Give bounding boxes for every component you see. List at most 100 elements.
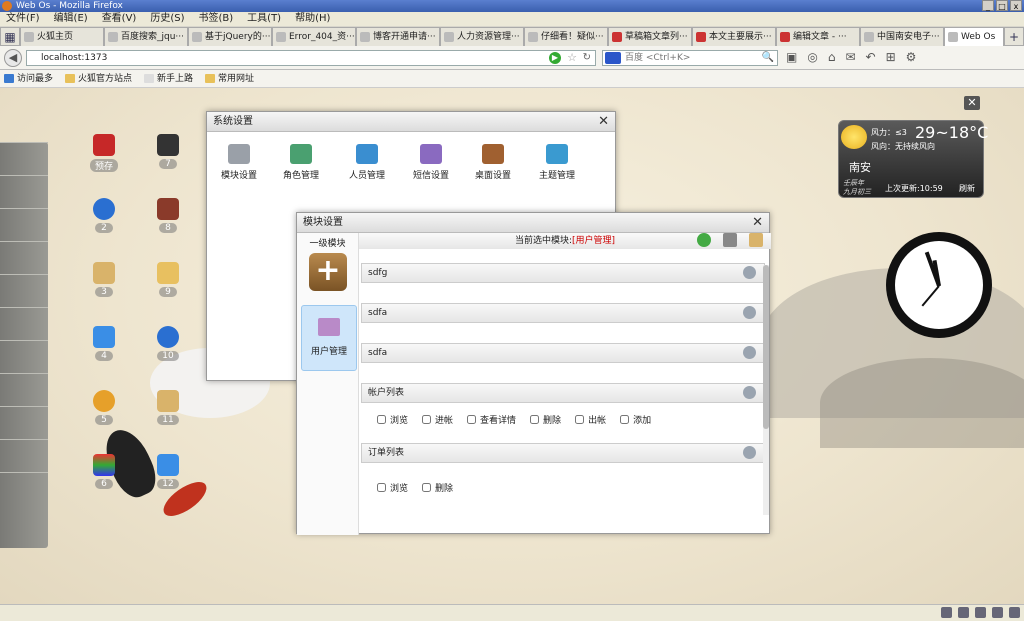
desktop-icon[interactable]: 6 (76, 454, 132, 498)
window-header[interactable]: 系统设置 ✕ (207, 112, 615, 132)
status-icon[interactable] (975, 607, 986, 618)
submodule-row[interactable]: 帐户列表 (361, 383, 765, 403)
menu-edit[interactable]: 编辑(E) (54, 12, 88, 26)
reload-icon[interactable]: ↻ (583, 51, 591, 65)
bookmark-item[interactable]: 常用网址 (205, 70, 254, 87)
permission-checkbox[interactable]: 删除 (530, 413, 561, 426)
permission-checkbox[interactable]: 查看详情 (467, 413, 516, 426)
close-icon[interactable]: ✕ (598, 112, 609, 132)
search-input[interactable]: 百度 <Ctrl+K> 🔍 (602, 50, 778, 66)
add-icon[interactable] (697, 233, 711, 247)
gear-icon[interactable] (743, 446, 756, 459)
window-header[interactable]: 模块设置 ✕ (297, 213, 769, 233)
mail-icon[interactable]: ✉ (845, 50, 855, 64)
home-icon[interactable]: ⌂ (828, 50, 836, 64)
desktop-icon[interactable]: 8 (140, 198, 196, 242)
scrollbar-thumb[interactable] (763, 265, 769, 429)
gear-icon[interactable] (743, 266, 756, 279)
desktop-icon[interactable]: 3 (76, 262, 132, 306)
menu-bookmarks[interactable]: 书签(B) (199, 12, 234, 26)
url-bar[interactable]: localhost:1373 ▶ ☆ ↻ (26, 50, 596, 66)
theme-management-button[interactable]: 主题管理 (529, 144, 585, 181)
submodule-row[interactable]: sdfa (361, 303, 765, 323)
desktop-icon[interactable]: 4 (76, 326, 132, 370)
tab[interactable]: 人力资源管理··· (440, 27, 524, 46)
edit-icon[interactable] (749, 233, 763, 247)
submodule-row[interactable]: sdfa (361, 343, 765, 363)
undo-icon[interactable]: ↶ (866, 50, 876, 64)
search-icon[interactable]: 🔍 (762, 51, 774, 65)
menu-history[interactable]: 历史(S) (150, 12, 184, 26)
desktop-close-button[interactable]: ✕ (964, 96, 980, 110)
permission-checkbox[interactable]: 浏览 (377, 481, 408, 494)
tab[interactable]: 火狐主页 (20, 27, 104, 46)
permission-checkbox[interactable]: 删除 (422, 481, 453, 494)
new-tab-button[interactable]: + (1004, 27, 1024, 46)
status-icon[interactable] (1009, 607, 1020, 618)
back-button[interactable]: ◀ (4, 49, 22, 67)
menu-file[interactable]: 文件(F) (6, 12, 40, 26)
menu-tools[interactable]: 工具(T) (247, 12, 281, 26)
desktop-icon[interactable]: 5 (76, 390, 132, 434)
add-module-button[interactable]: + (309, 253, 347, 291)
download-icon[interactable] (992, 607, 1003, 618)
close-button[interactable]: x (1010, 0, 1022, 11)
desktop-icon[interactable]: 2 (76, 198, 132, 242)
sms-settings-button[interactable]: 短信设置 (403, 144, 459, 181)
tab-groups-button[interactable]: ▦ (0, 27, 20, 46)
bookmark-icon (4, 74, 14, 83)
close-icon[interactable]: ✕ (752, 213, 763, 233)
left-panel[interactable] (0, 142, 48, 548)
gear-icon[interactable] (743, 346, 756, 359)
desktop-icon[interactable]: 10 (140, 326, 196, 370)
tab[interactable]: 编辑文章 - ··· (776, 27, 860, 46)
scrollbar[interactable] (763, 265, 769, 515)
tab[interactable]: 百度搜索_jqu··· (104, 27, 188, 46)
bookmark-item[interactable]: 访问最多 (4, 70, 53, 87)
tab[interactable]: 草稿箱文章列··· (608, 27, 692, 46)
menu-help[interactable]: 帮助(H) (295, 12, 330, 26)
desktop-icon[interactable]: 9 (140, 262, 196, 306)
permission-checkbox[interactable]: 添加 (620, 413, 651, 426)
bookmark-item[interactable]: 火狐官方站点 (65, 70, 132, 87)
trash-icon[interactable] (723, 233, 737, 247)
permission-checkbox[interactable]: 出帐 (575, 413, 606, 426)
addon-icon[interactable]: ◎ (807, 50, 817, 64)
status-icon[interactable] (958, 607, 969, 618)
tab[interactable]: 仔细看！疑似··· (524, 27, 608, 46)
search-engine-icon[interactable] (605, 52, 621, 64)
submodule-row[interactable]: sdfg (361, 263, 765, 283)
desktop-icon[interactable]: 11 (140, 390, 196, 434)
gear-icon[interactable] (743, 306, 756, 319)
tab[interactable]: 博客开通申请··· (356, 27, 440, 46)
tools-icon[interactable]: ⚙ (906, 50, 917, 64)
screenshot-icon[interactable]: ▣ (786, 50, 797, 64)
gear-icon[interactable] (743, 386, 756, 399)
module-settings-button[interactable]: 模块设置 (211, 144, 267, 181)
refresh-button[interactable]: 刷新 (959, 183, 975, 194)
go-icon[interactable]: ▶ (549, 52, 561, 64)
user-management-button[interactable]: 人员管理 (339, 144, 395, 181)
submodule-row[interactable]: 订单列表 (361, 443, 765, 463)
minimize-button[interactable]: _ (982, 0, 994, 11)
desktop-icon[interactable]: 预存 (76, 134, 132, 178)
tab[interactable]: Error_404_资··· (272, 27, 356, 46)
tab-active[interactable]: Web Os (944, 27, 1004, 46)
bookmark-item[interactable]: 新手上路 (144, 70, 193, 87)
picture-story-icon (157, 198, 179, 220)
desktop-icon[interactable]: 12 (140, 454, 196, 498)
windows-icon[interactable]: ⊞ (886, 50, 896, 64)
permission-checkbox[interactable]: 进帐 (422, 413, 453, 426)
tab[interactable]: 基于jQuery的··· (188, 27, 272, 46)
status-icon[interactable] (941, 607, 952, 618)
menu-view[interactable]: 查看(V) (102, 12, 137, 26)
desktop-settings-button[interactable]: 桌面设置 (465, 144, 521, 181)
tab[interactable]: 本文主要展示··· (692, 27, 776, 46)
desktop-icon[interactable]: 7 (140, 134, 196, 178)
tab[interactable]: 中国南安电子··· (860, 27, 944, 46)
sidebar-item-user-management[interactable]: 用户管理 (301, 305, 357, 371)
bookmark-star-icon[interactable]: ☆ (567, 51, 577, 65)
maximize-button[interactable]: □ (996, 0, 1008, 11)
permission-checkbox[interactable]: 浏览 (377, 413, 408, 426)
role-management-button[interactable]: 角色管理 (273, 144, 329, 181)
